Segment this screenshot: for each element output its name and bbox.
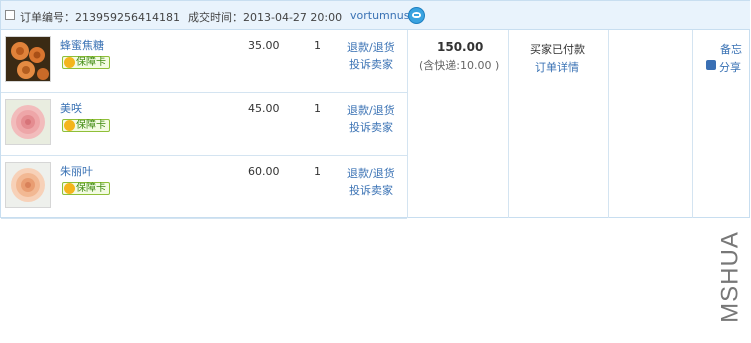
refund-link[interactable]: 退款/退货 <box>347 39 395 55</box>
order-item: 蜂蜜焦糖 保障卡 35.00 1 退款/退货 投诉卖家 <box>1 30 407 93</box>
complain-link[interactable]: 投诉卖家 <box>349 56 393 72</box>
order-header: 订单编号：213959256414181 成交时间：2013-04-27 20:… <box>1 1 750 30</box>
guarantee-label: 保障卡 <box>76 120 106 131</box>
complain-link[interactable]: 投诉卖家 <box>349 119 393 135</box>
product-name[interactable]: 朱丽叶 <box>60 163 93 179</box>
deal-time: 成交时间：2013-04-27 20:00 <box>188 11 343 24</box>
seller-link[interactable]: vortumnus <box>350 9 409 22</box>
item-price: 45.00 <box>248 102 280 115</box>
order-number: 订单编号：213959256414181 <box>20 11 180 24</box>
order-status: 买家已付款 <box>530 43 585 56</box>
guarantee-badge[interactable]: 保障卡 <box>62 119 110 132</box>
column-divider <box>692 30 693 218</box>
refund-link[interactable]: 退款/退货 <box>347 165 395 181</box>
product-thumbnail[interactable] <box>5 36 51 82</box>
complain-link[interactable]: 投诉卖家 <box>349 182 393 198</box>
order-item: 美咲 保障卡 45.00 1 退款/退货 投诉卖家 <box>1 93 407 156</box>
order-detail-link[interactable]: 订单详情 <box>535 59 579 75</box>
item-quantity: 1 <box>314 165 321 178</box>
share-icon <box>706 60 716 70</box>
item-price: 35.00 <box>248 39 280 52</box>
guarantee-icon <box>64 57 75 68</box>
guarantee-label: 保障卡 <box>76 183 106 194</box>
wangwang-icon[interactable] <box>408 7 425 24</box>
item-quantity: 1 <box>314 39 321 52</box>
watermark-text: MSHUA <box>717 231 744 323</box>
guarantee-icon <box>64 183 75 194</box>
item-price: 60.00 <box>248 165 280 178</box>
item-quantity: 1 <box>314 102 321 115</box>
shipping-fee: (含快递:10.00 ) <box>419 59 500 72</box>
order-total: 150.00 <box>437 40 484 54</box>
memo-link[interactable]: 备忘 <box>720 41 742 57</box>
guarantee-icon <box>64 120 75 131</box>
column-divider <box>508 30 509 218</box>
product-name[interactable]: 美咲 <box>60 100 82 116</box>
order-item: 朱丽叶 保障卡 60.00 1 退款/退货 投诉卖家 <box>1 156 407 219</box>
refund-link[interactable]: 退款/退货 <box>347 102 395 118</box>
guarantee-badge[interactable]: 保障卡 <box>62 182 110 195</box>
guarantee-badge[interactable]: 保障卡 <box>62 56 110 69</box>
column-divider <box>407 30 408 218</box>
order-checkbox[interactable] <box>5 10 15 20</box>
guarantee-label: 保障卡 <box>76 57 106 68</box>
product-name[interactable]: 蜂蜜焦糖 <box>60 37 104 53</box>
watermark: MSHUA <box>717 231 744 323</box>
order-card: 订单编号：213959256414181 成交时间：2013-04-27 20:… <box>0 0 750 219</box>
column-divider <box>608 30 609 218</box>
share-label: 分享 <box>719 61 741 74</box>
product-thumbnail[interactable] <box>5 162 51 208</box>
product-thumbnail[interactable] <box>5 99 51 145</box>
